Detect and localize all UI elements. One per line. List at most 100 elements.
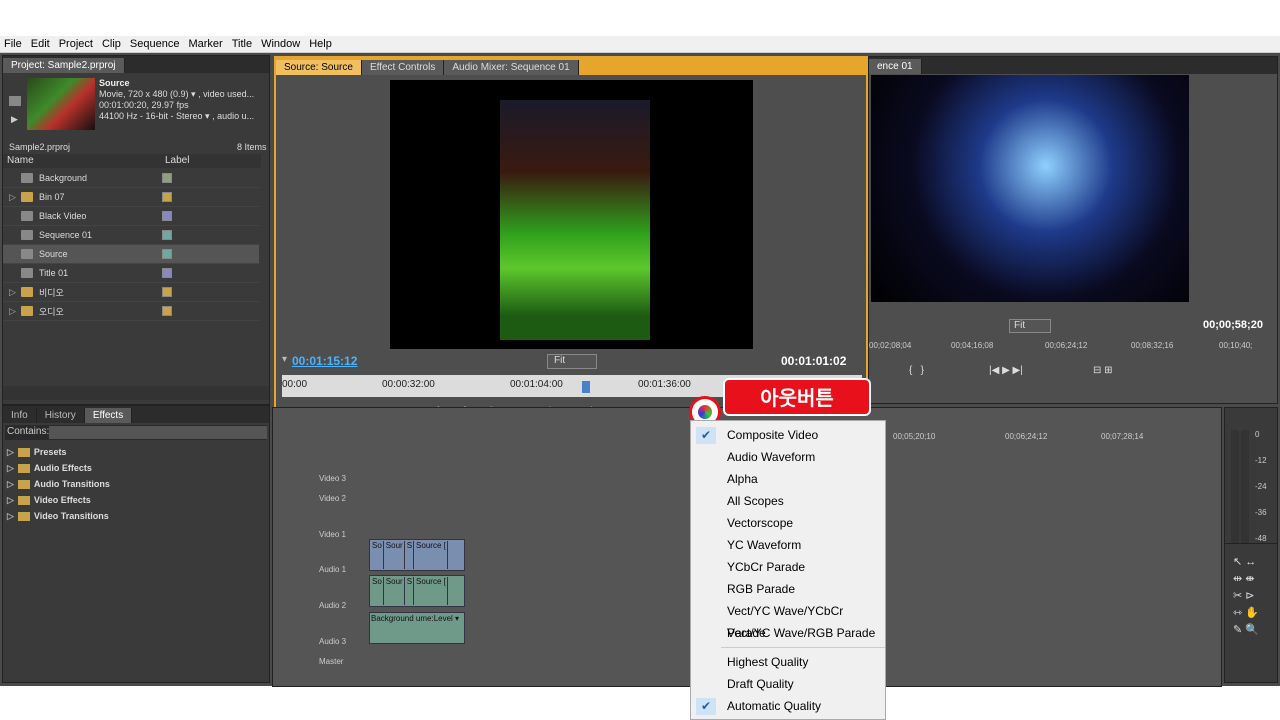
audio2-clip[interactable]: Background ume:Level ▾	[369, 612, 465, 644]
project-item[interactable]: Sequence 01	[3, 226, 259, 245]
output-icon[interactable]	[698, 405, 712, 419]
tab-effects[interactable]: Effects	[84, 408, 133, 423]
track-header[interactable]: Audio 1	[319, 565, 346, 574]
project-item[interactable]: Source	[3, 245, 259, 264]
expand-arrow-icon[interactable]: ▷	[7, 511, 14, 522]
audio-clip[interactable]: Sour	[385, 577, 405, 605]
video-clip[interactable]: So	[371, 541, 384, 569]
program-play-button[interactable]: |◀ ▶ ▶|	[989, 365, 1023, 376]
label-swatch[interactable]	[162, 268, 172, 278]
video-clip[interactable]: Source [	[415, 541, 448, 569]
playhead[interactable]	[582, 381, 590, 393]
label-swatch[interactable]	[162, 173, 172, 183]
source-current-timecode[interactable]: 00:01:15:12	[292, 354, 357, 368]
expand-arrow-icon[interactable]: ▷	[7, 479, 14, 490]
effects-search-input[interactable]	[49, 426, 267, 439]
menu-item[interactable]: RGB Parade	[691, 578, 885, 600]
audio-clip[interactable]: So	[371, 577, 384, 605]
effects-folder[interactable]: ▷ Presets	[7, 444, 110, 460]
project-item[interactable]: ▷ Bin 07	[3, 188, 259, 207]
menu-title[interactable]: Title	[232, 38, 252, 50]
effects-folder[interactable]: ▷ Audio Effects	[7, 460, 110, 476]
label-swatch[interactable]	[162, 192, 172, 202]
menu-sequence[interactable]: Sequence	[130, 38, 180, 50]
tab-sequence[interactable]: ence 01	[869, 59, 922, 74]
project-item[interactable]: Black Video	[3, 207, 259, 226]
track-header[interactable]: Master	[319, 657, 343, 666]
label-swatch[interactable]	[162, 306, 172, 316]
menu-item[interactable]: Draft Quality	[691, 673, 885, 695]
project-item[interactable]: ▷ 오디오	[3, 302, 259, 321]
track-header[interactable]: Audio 2	[319, 601, 346, 610]
selection-tool-icon[interactable]: ↖ ↔	[1233, 554, 1269, 571]
menu-item[interactable]: ✔ Composite Video	[691, 424, 885, 446]
program-lift-button[interactable]: ⊟ ⊞	[1093, 365, 1113, 376]
program-fit-dropdown[interactable]: Fit	[1009, 319, 1051, 333]
tab-history[interactable]: History	[37, 408, 85, 423]
ruler-tick-label: 00;07;28;14	[1101, 432, 1144, 441]
camera-icon[interactable]	[9, 96, 21, 106]
pen-tool-icon[interactable]: ✎ 🔍	[1233, 622, 1269, 639]
project-item[interactable]: Background	[3, 169, 259, 188]
ripple-edit-tool-icon[interactable]: ⇹ ⇼	[1233, 571, 1269, 588]
expand-arrow-icon[interactable]: ▷	[7, 463, 14, 474]
audio-clip[interactable]: Source [	[415, 577, 448, 605]
program-time-ruler[interactable]: 00;02;08;04 00;04;16;08 00;06;24;12 00;08;3…	[869, 341, 1275, 355]
menu-marker[interactable]: Marker	[188, 38, 222, 50]
menu-item[interactable]: Highest Quality	[691, 651, 885, 673]
expand-arrow-icon[interactable]: ▷	[7, 495, 14, 506]
column-name[interactable]: Name	[7, 155, 34, 166]
label-swatch[interactable]	[162, 249, 172, 259]
menu-item[interactable]: Vectorscope	[691, 512, 885, 534]
program-mark-in-button[interactable]: { }	[909, 365, 924, 376]
audio-clip[interactable]: S	[406, 577, 415, 605]
razor-tool-icon[interactable]: ✂ ⊳	[1233, 588, 1269, 605]
effects-folder[interactable]: ▷ Video Transitions	[7, 508, 110, 524]
track-header[interactable]: Audio 3	[319, 637, 346, 646]
tab-info[interactable]: Info	[3, 408, 37, 423]
video1-clips[interactable]: So Sour S Source [	[369, 539, 465, 571]
effects-folder[interactable]: ▷ Audio Transitions	[7, 476, 110, 492]
menu-item[interactable]: Audio Waveform	[691, 446, 885, 468]
menu-item[interactable]: ✔ Automatic Quality	[691, 695, 885, 717]
slip-tool-icon[interactable]: ⇿ ✋	[1233, 605, 1269, 622]
play-icon[interactable]: ▶	[11, 114, 18, 125]
menu-project[interactable]: Project	[59, 38, 93, 50]
menu-clip[interactable]: Clip	[102, 38, 121, 50]
menu-edit[interactable]: Edit	[31, 38, 50, 50]
menu-item[interactable]: Vect/YC Wave/YCbCr Parade	[691, 600, 885, 640]
track-header[interactable]: Video 1	[319, 530, 346, 539]
expand-arrow-icon[interactable]: ▷	[9, 192, 16, 203]
menu-file[interactable]: File	[4, 38, 22, 50]
tab-project[interactable]: Project: Sample2.prproj	[3, 58, 125, 73]
project-item[interactable]: ▷ 비디오	[3, 283, 259, 302]
video-clip[interactable]: Sour	[385, 541, 405, 569]
tab-source-0[interactable]: Source: Source	[276, 60, 362, 75]
label-swatch[interactable]	[162, 230, 172, 240]
expand-arrow-icon[interactable]: ▷	[7, 447, 14, 458]
project-item[interactable]: Title 01	[3, 264, 259, 283]
menu-help[interactable]: Help	[309, 38, 332, 50]
timeline-ruler[interactable]: 00;05;20;10 00;06;24;12 00;07;28;14	[893, 432, 1213, 446]
menu-item[interactable]: Alpha	[691, 468, 885, 490]
source-duration-timecode: 00:01:01:02	[781, 354, 847, 368]
column-label[interactable]: Label	[165, 155, 189, 166]
audio-icon	[21, 173, 33, 183]
tab-source-1[interactable]: Effect Controls	[361, 60, 445, 75]
menu-window[interactable]: Window	[261, 38, 300, 50]
fit-dropdown[interactable]: Fit	[547, 354, 597, 369]
expand-arrow-icon[interactable]: ▷	[9, 306, 16, 317]
label-swatch[interactable]	[162, 287, 172, 297]
menu-item[interactable]: Vect/YC Wave/RGB Parade	[691, 622, 885, 644]
tab-source-2[interactable]: Audio Mixer: Sequence 01	[444, 60, 579, 75]
effects-folder[interactable]: ▷ Video Effects	[7, 492, 110, 508]
expand-arrow-icon[interactable]: ▷	[9, 287, 16, 298]
track-header[interactable]: Video 2	[319, 494, 346, 503]
track-header[interactable]: Video 3	[319, 474, 346, 483]
audio1-clips[interactable]: So Sour S Source [	[369, 575, 465, 607]
menu-item[interactable]: All Scopes	[691, 490, 885, 512]
video-clip[interactable]: S	[406, 541, 415, 569]
menu-item[interactable]: YCbCr Parade	[691, 556, 885, 578]
menu-item[interactable]: YC Waveform	[691, 534, 885, 556]
label-swatch[interactable]	[162, 211, 172, 221]
